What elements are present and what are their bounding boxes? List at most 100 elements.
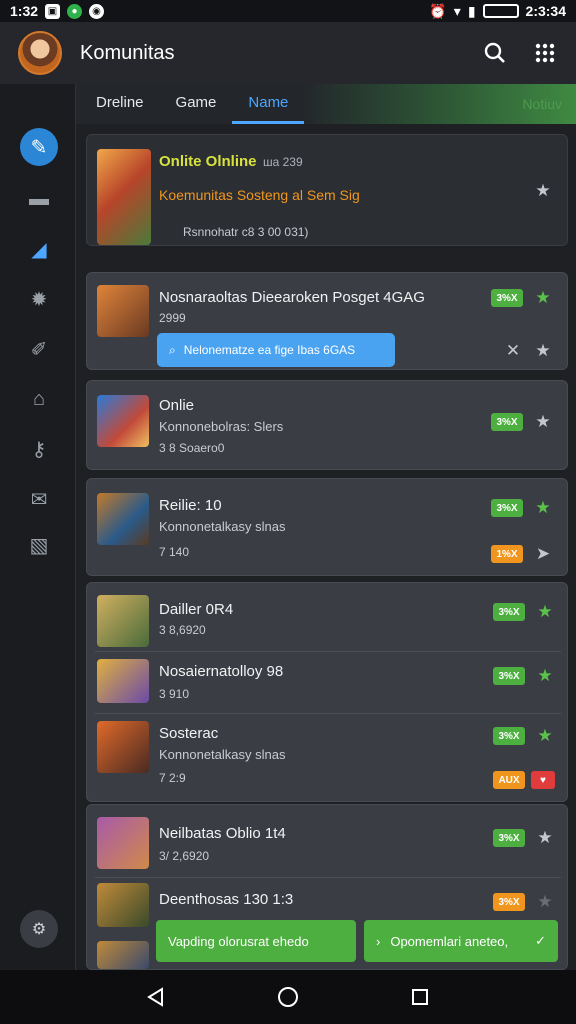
item-sub: 3/ 2,6920 <box>159 849 210 863</box>
sidebar: ✎ ▬ ◢ ✹ ✐ ⌂ ⚷ ✉ ▧ ⚙ <box>0 84 76 970</box>
card-title: Nosnaraoltas Dieearoken Posget 4GAG <box>159 289 425 306</box>
card-sub2: 3 8 Soaero0 <box>159 441 225 455</box>
search-icon[interactable] <box>482 40 508 66</box>
system-nav-bar <box>0 970 576 1024</box>
home-icon[interactable] <box>275 984 301 1010</box>
list-item[interactable]: Neilbatas Oblio 1t4 3/ 2,6920 3%X ★ <box>87 815 569 871</box>
status-badge: 3%X <box>491 499 523 517</box>
battery-icon <box>482 4 519 18</box>
status-badge: AUX <box>493 771 525 789</box>
star-icon[interactable]: ★ <box>535 666 555 686</box>
star-icon[interactable]: ★ <box>533 288 553 308</box>
toast-right[interactable]: › Opomemlari aneteo, ✓ <box>364 920 558 962</box>
game-thumbnail <box>97 595 149 647</box>
item-title: Dailler 0R4 <box>159 601 234 618</box>
inbox-icon[interactable]: ▬ <box>20 180 58 218</box>
status-time: 1:32 <box>10 3 39 19</box>
recents-icon[interactable] <box>407 984 433 1010</box>
featured-title: Onlite Olnline <box>159 153 257 170</box>
status-badge: 3%X <box>493 667 525 685</box>
tab-name[interactable]: Name <box>232 84 305 124</box>
search-icon: ⌕ <box>169 342 176 357</box>
list-item[interactable]: Nosaiernatolloy 98 3 910 3%X ★ <box>87 655 569 711</box>
search-pill-label: Nelonematze ea fige Ibas 6GAS <box>183 343 356 357</box>
message-icon: ◉ <box>89 3 105 19</box>
pen-icon[interactable]: ✐ <box>20 330 58 368</box>
tab-dreline[interactable]: Dreline <box>80 84 160 124</box>
status-badge: 3%X <box>493 727 525 745</box>
divider <box>95 713 561 714</box>
star-icon[interactable]: ★ <box>535 726 555 746</box>
arrow-right-icon: › <box>376 933 381 949</box>
featured-thumbnail <box>97 149 151 245</box>
item-sub2: 7 2:9 <box>159 771 186 785</box>
game-thumbnail <box>97 659 149 703</box>
toast-left[interactable]: Vapding olorusrat ehedo <box>156 920 356 962</box>
star-icon[interactable]: ★ <box>533 498 553 518</box>
heart-icon[interactable]: ♥ <box>531 771 555 789</box>
close-icon[interactable]: ✕ <box>503 341 523 361</box>
mail-icon[interactable]: ✉ <box>20 480 58 518</box>
toast-right-label: Opomemlari aneteo, <box>390 933 509 949</box>
status-badge: 3%X <box>491 289 523 307</box>
status-bar: 1:32 ▣ ● ◉ ⏰ ▾ ▮ 2:3:34 <box>0 0 576 22</box>
star-icon[interactable]: ★ <box>533 341 553 361</box>
card-sub2: 7 140 <box>159 545 190 559</box>
check-icon: ✓ <box>535 933 546 948</box>
toast-left-label: Vapding olorusrat ehedo <box>168 933 309 949</box>
chart-icon[interactable]: ◢ <box>20 230 58 268</box>
share-icon[interactable]: ➤ <box>533 544 553 564</box>
tab-notiuv[interactable]: Notiuv <box>522 96 562 112</box>
signal-icon: ▮ <box>467 2 476 19</box>
list-group: Dailler 0R4 3 8,6920 3%X ★ Nosaiernatoll… <box>86 582 568 802</box>
game-thumbnail <box>97 285 149 337</box>
gear-icon[interactable]: ✹ <box>20 280 58 318</box>
avatar[interactable] <box>18 31 62 75</box>
home-icon[interactable]: ⌂ <box>20 380 58 418</box>
app-notify-icon: ● <box>67 3 83 19</box>
item-sub: Konnonetalkasy slnas <box>159 747 286 762</box>
list-item[interactable]: Sosterac Konnonetalkasy slnas 7 2:9 3%X … <box>87 717 569 797</box>
key-icon[interactable]: ⚷ <box>20 430 58 468</box>
list-card[interactable]: Reilie: 10 Konnonetalkasy slnas 7 140 3%… <box>86 478 568 576</box>
game-thumbnail <box>97 395 149 447</box>
star-icon[interactable]: ★ <box>535 602 555 622</box>
card-title: Reilie: 10 <box>159 497 222 514</box>
item-sub: 3 910 <box>159 687 190 701</box>
divider <box>95 651 561 652</box>
status-badge: 3%X <box>493 603 525 621</box>
game-thumbnail <box>97 493 149 545</box>
list-card[interactable]: Onlie Konnonebolras: Slers 3 8 Soaero0 3… <box>86 380 568 470</box>
game-thumbnail <box>97 721 149 773</box>
tab-game[interactable]: Game <box>160 84 233 124</box>
back-icon[interactable] <box>143 984 169 1010</box>
wifi-icon: ▾ <box>453 2 461 19</box>
status-badge: 1%X <box>491 545 523 563</box>
item-sub: 3 8,6920 <box>159 623 206 637</box>
game-thumbnail <box>97 817 149 869</box>
list-card[interactable]: Nosnaraoltas Dieearoken Posget 4GAG 2999… <box>86 272 568 370</box>
star-icon[interactable]: ★ <box>533 412 553 432</box>
item-title: Neilbatas Oblio 1t4 <box>159 825 286 842</box>
card-sub: 2999 <box>159 311 186 325</box>
search-pill-button[interactable]: ⌕ Nelonematze ea fige Ibas 6GAS <box>157 333 395 367</box>
featured-subtitle: Koemunitas Sosteng al Sem Sig <box>159 187 360 203</box>
alarm-icon: ⏰ <box>429 2 447 19</box>
tab-bar: Dreline Game Name Notiuv <box>76 84 576 124</box>
star-icon[interactable]: ★ <box>533 181 553 201</box>
list-item[interactable]: Dailler 0R4 3 8,6920 3%X ★ <box>87 593 569 649</box>
status-badge: 3%X <box>493 893 525 911</box>
star-icon[interactable]: ★ <box>535 828 555 848</box>
featured-card[interactable]: Onlite Olnline ша 239 Koemunitas Sosteng… <box>86 134 568 246</box>
image-icon[interactable]: ▧ <box>20 526 58 564</box>
star-icon[interactable]: ★ <box>535 892 555 912</box>
settings-icon[interactable]: ⚙ <box>20 910 58 948</box>
game-thumbnail <box>97 941 149 969</box>
grid-icon[interactable] <box>532 40 558 66</box>
compass-icon[interactable]: ✎ <box>20 128 58 166</box>
gallery-icon: ▣ <box>45 3 61 19</box>
item-title: Deenthosas 130 1:3 <box>159 891 294 908</box>
featured-count: ша 239 <box>263 155 303 169</box>
item-title: Sosterac <box>159 725 219 742</box>
card-title: Onlie <box>159 397 195 414</box>
